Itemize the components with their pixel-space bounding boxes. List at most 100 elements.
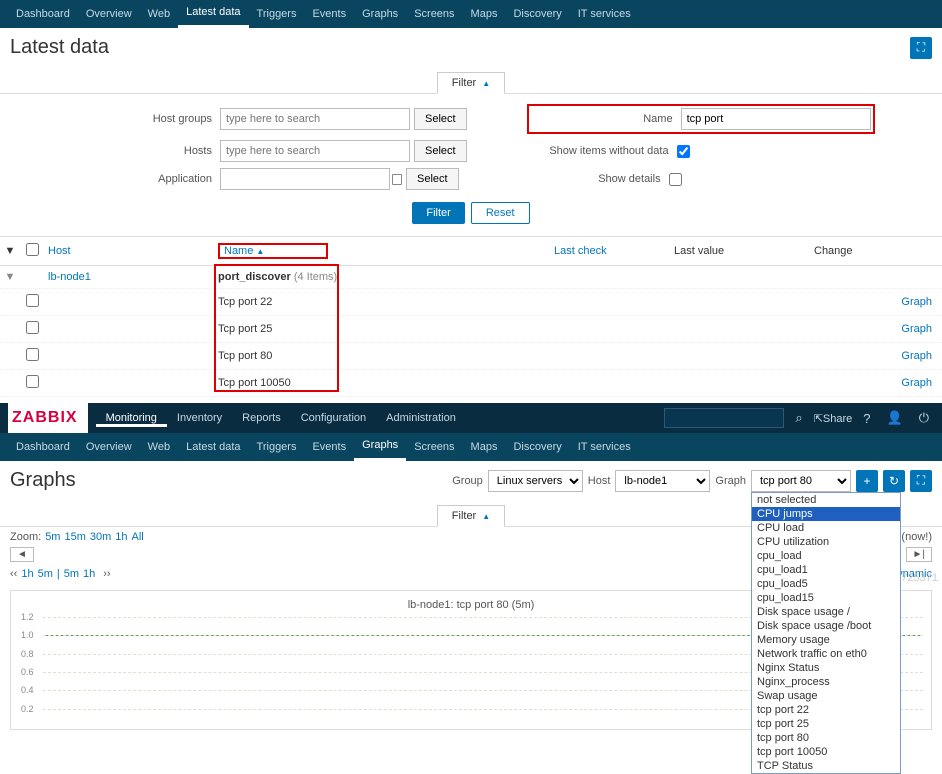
- dropdown-option[interactable]: tcp port 22: [752, 703, 900, 717]
- host-groups-input[interactable]: [220, 108, 410, 130]
- application-input[interactable]: [220, 168, 390, 190]
- dropdown-option[interactable]: TCP Status: [752, 759, 900, 773]
- subnav-item-maps[interactable]: Maps: [463, 433, 506, 461]
- fullscreen-icon[interactable]: ⛶: [910, 470, 932, 492]
- row-checkbox[interactable]: [26, 375, 39, 388]
- subnav-item-it-services[interactable]: IT services: [570, 0, 639, 28]
- refresh-icon[interactable]: ↻: [883, 470, 905, 492]
- hosts-input[interactable]: [220, 140, 410, 162]
- select-all-checkbox[interactable]: [26, 243, 39, 256]
- dropdown-option[interactable]: CPU load: [752, 521, 900, 535]
- subnav-item-triggers[interactable]: Triggers: [249, 433, 305, 461]
- dropdown-option[interactable]: Swap usage: [752, 689, 900, 703]
- subnav-item-latest-data[interactable]: Latest data: [178, 433, 248, 461]
- expand-row-icon[interactable]: ▼: [0, 271, 20, 283]
- dropdown-option[interactable]: Memory usage: [752, 633, 900, 647]
- host-select[interactable]: lb-node1: [615, 470, 710, 492]
- name-header[interactable]: Name ▲: [224, 245, 264, 257]
- share-link[interactable]: ⇱Share: [814, 412, 853, 425]
- nav-prev-button[interactable]: ◄: [10, 547, 34, 562]
- search-icon[interactable]: ⌕: [790, 410, 807, 426]
- without-data-checkbox[interactable]: [677, 145, 690, 158]
- zoom-option[interactable]: 1h: [115, 531, 127, 543]
- name-input[interactable]: [681, 108, 871, 130]
- row-checkbox[interactable]: [26, 294, 39, 307]
- period-option[interactable]: |: [57, 568, 60, 580]
- subnav-item-maps[interactable]: Maps: [463, 0, 506, 28]
- group-select[interactable]: Linux servers: [488, 470, 583, 492]
- graph-link[interactable]: Graph: [901, 377, 932, 389]
- subnav-item-web[interactable]: Web: [140, 0, 178, 28]
- filter-tab-2[interactable]: Filter ▲: [437, 505, 505, 527]
- dropdown-option[interactable]: cpu_load1: [752, 563, 900, 577]
- subnav-item-screens[interactable]: Screens: [406, 0, 462, 28]
- graph-select[interactable]: tcp port 80: [751, 470, 851, 492]
- zoom-option[interactable]: 30m: [90, 531, 111, 543]
- subnav-item-latest-data[interactable]: Latest data: [178, 0, 248, 28]
- subnav-item-triggers[interactable]: Triggers: [249, 0, 305, 28]
- row-checkbox[interactable]: [26, 321, 39, 334]
- topnav-item-configuration[interactable]: Configuration: [291, 412, 376, 424]
- dropdown-option[interactable]: CPU utilization: [752, 535, 900, 549]
- dropdown-option[interactable]: not selected: [752, 493, 900, 507]
- filter-button[interactable]: Filter: [412, 202, 464, 224]
- dropdown-option[interactable]: cpu_load5: [752, 577, 900, 591]
- add-icon[interactable]: +: [856, 470, 878, 492]
- period-option[interactable]: 1h: [83, 568, 95, 580]
- dropdown-option[interactable]: Disk space usage /boot: [752, 619, 900, 633]
- dropdown-option[interactable]: Nginx_process: [752, 675, 900, 689]
- filter-tab[interactable]: Filter ▲: [437, 72, 505, 94]
- period-option[interactable]: 5m: [38, 568, 53, 580]
- dropdown-option[interactable]: tcp port 25: [752, 717, 900, 731]
- graph-link[interactable]: Graph: [901, 350, 932, 362]
- dropdown-option[interactable]: Network traffic on eth0: [752, 647, 900, 661]
- row-checkbox[interactable]: [26, 348, 39, 361]
- nav-next-button[interactable]: ►|: [906, 547, 933, 562]
- zoom-option[interactable]: 15m: [64, 531, 85, 543]
- topnav-item-reports[interactable]: Reports: [232, 412, 291, 424]
- show-details-checkbox[interactable]: [669, 173, 682, 186]
- period-option[interactable]: 5m: [64, 568, 79, 580]
- reset-button[interactable]: Reset: [471, 202, 530, 224]
- dropdown-option[interactable]: tcp port 10050: [752, 745, 900, 759]
- topnav-item-inventory[interactable]: Inventory: [167, 412, 232, 424]
- subnav-item-overview[interactable]: Overview: [78, 0, 140, 28]
- expand-all-icon[interactable]: ▼: [0, 245, 20, 257]
- graph-link[interactable]: Graph: [901, 323, 932, 335]
- topnav-item-administration[interactable]: Administration: [376, 412, 466, 424]
- subnav-item-web[interactable]: Web: [140, 433, 178, 461]
- help-icon[interactable]: ?: [858, 411, 875, 426]
- topnav-item-monitoring[interactable]: Monitoring: [96, 412, 167, 427]
- host-groups-select-button[interactable]: Select: [414, 108, 467, 130]
- search-input[interactable]: [664, 408, 784, 428]
- fullscreen-icon[interactable]: ⛶: [910, 37, 932, 59]
- zoom-option[interactable]: All: [132, 531, 144, 543]
- host-header[interactable]: Host: [48, 245, 71, 257]
- period-option[interactable]: 1h: [21, 568, 33, 580]
- dropdown-option[interactable]: tcp port 80: [752, 731, 900, 745]
- application-select-button[interactable]: Select: [406, 168, 459, 190]
- graph-link[interactable]: Graph: [901, 296, 932, 308]
- subnav-item-overview[interactable]: Overview: [78, 433, 140, 461]
- subnav-item-dashboard[interactable]: Dashboard: [8, 433, 78, 461]
- subnav-item-discovery[interactable]: Discovery: [505, 0, 569, 28]
- subnav-item-it-services[interactable]: IT services: [570, 433, 639, 461]
- lastcheck-header[interactable]: Last check: [554, 245, 607, 257]
- zoom-option[interactable]: 5m: [45, 531, 60, 543]
- subnav-item-screens[interactable]: Screens: [406, 433, 462, 461]
- dropdown-option[interactable]: Disk space usage /: [752, 605, 900, 619]
- subnav-item-discovery[interactable]: Discovery: [505, 433, 569, 461]
- dropdown-option[interactable]: Nginx Status: [752, 661, 900, 675]
- dropdown-option[interactable]: cpu_load: [752, 549, 900, 563]
- dropdown-option[interactable]: CPU jumps: [752, 507, 900, 521]
- logout-icon[interactable]: ⏻: [914, 410, 934, 426]
- subnav-item-events[interactable]: Events: [304, 433, 354, 461]
- user-icon[interactable]: 👤: [882, 410, 908, 426]
- hosts-select-button[interactable]: Select: [414, 140, 467, 162]
- subnav-item-events[interactable]: Events: [304, 0, 354, 28]
- host-link[interactable]: lb-node1: [48, 271, 91, 283]
- subnav-item-dashboard[interactable]: Dashboard: [8, 0, 78, 28]
- dropdown-option[interactable]: cpu_load15: [752, 591, 900, 605]
- subnav-item-graphs[interactable]: Graphs: [354, 0, 406, 28]
- subnav-item-graphs[interactable]: Graphs: [354, 433, 406, 461]
